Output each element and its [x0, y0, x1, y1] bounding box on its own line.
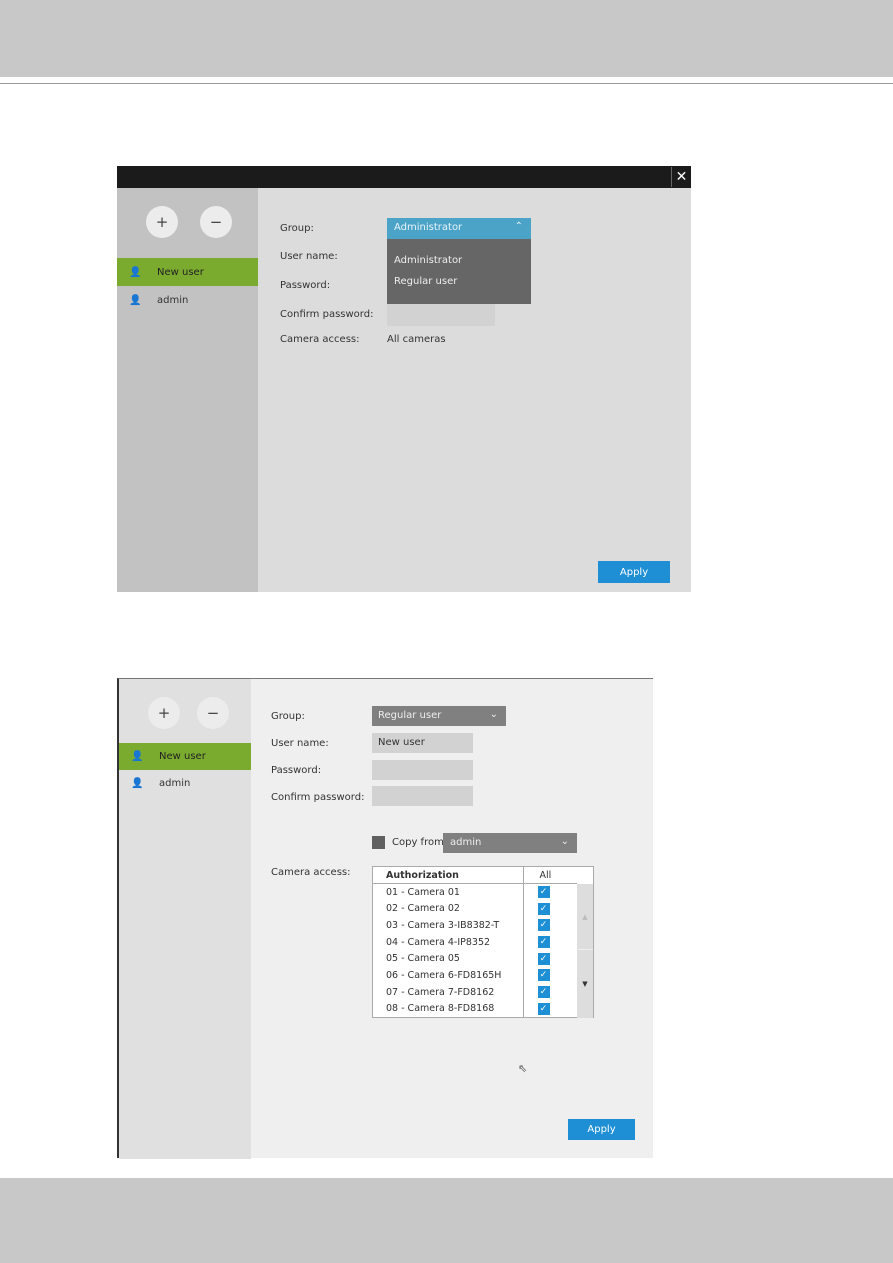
camera-name: 03 - Camera 3-IB8382-T	[373, 917, 524, 934]
camera-name: 07 - Camera 7-FD8162	[373, 983, 524, 1001]
user-label: New user	[159, 751, 206, 762]
page-footer-band	[0, 1178, 893, 1263]
camera-name: 08 - Camera 8-FD8168	[373, 1000, 524, 1018]
camera-checkbox[interactable]: ✓	[537, 902, 550, 915]
user-icon: 👤	[129, 294, 142, 306]
user-item-new-user[interactable]: 👤 New user	[117, 258, 258, 286]
username-label: User name:	[271, 738, 329, 749]
camera-authorization-table: Authorization All 01 - Camera 01 ✓ 02 - Cam…	[372, 866, 594, 1018]
chevron-up-icon: ⌃	[514, 221, 523, 232]
camera-row: 01 - Camera 01 ✓	[373, 883, 577, 901]
option-administrator[interactable]: Administrator	[394, 255, 462, 266]
camera-row: 08 - Camera 8-FD8168 ✓	[373, 1000, 577, 1018]
confirm-password-label: Confirm password:	[280, 309, 374, 320]
camera-row: 03 - Camera 3-IB8382-T ✓	[373, 917, 577, 934]
user-label: admin	[157, 294, 189, 306]
camera-row: 06 - Camera 6-FD8165H ✓	[373, 967, 577, 984]
user-item-admin[interactable]: 👤 admin	[117, 286, 258, 314]
minus-icon: −	[206, 704, 220, 722]
camera-access-value: All cameras	[387, 334, 446, 345]
authorization-header: Authorization	[373, 867, 524, 884]
camera-access-label: Camera access:	[280, 334, 360, 345]
camera-checkbox[interactable]: ✓	[537, 986, 550, 999]
group-label: Group:	[280, 223, 314, 234]
copy-from-label: Copy from	[392, 837, 444, 848]
user-sidebar: + − 👤 New user 👤 admin	[117, 188, 258, 592]
confirm-password-input[interactable]	[372, 786, 473, 806]
user-sidebar: + − 👤 New user 👤 admin	[119, 679, 251, 1159]
camera-name: 02 - Camera 02	[373, 900, 524, 918]
group-select[interactable]: Regular user ⌄	[372, 706, 506, 726]
camera-name: 01 - Camera 01	[373, 883, 524, 901]
user-icon: 👤	[129, 266, 142, 278]
scroll-up-icon[interactable]: ▲	[577, 884, 593, 950]
camera-name: 06 - Camera 6-FD8165H	[373, 967, 524, 984]
scroll-down-icon[interactable]: ▼	[577, 950, 593, 1018]
camera-row: 07 - Camera 7-FD8162 ✓	[373, 983, 577, 1001]
close-button[interactable]: ✕	[671, 167, 691, 187]
camera-name: 04 - Camera 4-IP8352	[373, 933, 524, 951]
user-icon: 👤	[131, 777, 144, 789]
password-label: Password:	[280, 280, 331, 291]
plus-icon: +	[155, 213, 169, 231]
group-select-value: Regular user	[378, 710, 442, 721]
minus-icon: −	[209, 213, 223, 231]
group-select-value: Administrator	[394, 222, 463, 233]
remove-user-button[interactable]: −	[200, 206, 232, 238]
chevron-down-icon: ⌄	[560, 836, 569, 847]
close-icon: ✕	[675, 169, 688, 185]
camera-checkbox[interactable]: ✓	[537, 1002, 550, 1015]
copy-from-value: admin	[450, 837, 482, 848]
table-scrollbar[interactable]: ▲ ▼	[577, 884, 593, 1018]
camera-checkbox[interactable]: ✓	[537, 886, 550, 899]
mouse-cursor-icon: ⇖	[518, 1062, 528, 1075]
chevron-down-icon: ⌄	[489, 709, 498, 720]
password-label: Password:	[271, 765, 322, 776]
camera-checkbox[interactable]: ✓	[537, 919, 550, 932]
camera-checkbox[interactable]: ✓	[537, 936, 550, 949]
camera-row: 05 - Camera 05 ✓	[373, 950, 577, 968]
header-divider	[0, 83, 893, 84]
confirm-password-label: Confirm password:	[271, 792, 365, 803]
password-input[interactable]	[372, 760, 473, 780]
user-dialog-2: + − 👤 New user 👤 admin Group: User name: P…	[117, 678, 653, 1159]
page-header-band	[0, 0, 893, 77]
camera-access-label: Camera access:	[271, 867, 351, 878]
confirm-password-input[interactable]	[387, 304, 495, 326]
add-user-button[interactable]: +	[148, 697, 180, 729]
group-select[interactable]: Administrator ⌃	[387, 218, 531, 239]
user-label: admin	[159, 777, 191, 789]
plus-icon: +	[157, 704, 171, 722]
apply-button[interactable]: Apply	[598, 561, 670, 583]
user-dialog-1: ✕ + − 👤 New user 👤 admin Group: User name:…	[117, 166, 691, 592]
user-item-new-user[interactable]: 👤 New user	[119, 743, 251, 770]
copy-from-select[interactable]: admin ⌄	[443, 833, 577, 853]
camera-row: 04 - Camera 4-IP8352 ✓	[373, 933, 577, 951]
username-label: User name:	[280, 251, 338, 262]
option-regular-user[interactable]: Regular user	[394, 276, 457, 287]
user-icon: 👤	[131, 751, 144, 762]
add-user-button[interactable]: +	[146, 206, 178, 238]
group-label: Group:	[271, 711, 305, 722]
user-label: New user	[157, 266, 204, 278]
dialog-title-bar	[117, 166, 691, 188]
apply-button[interactable]: Apply	[568, 1119, 635, 1140]
all-header[interactable]: All	[523, 867, 577, 884]
camera-row: 02 - Camera 02 ✓	[373, 900, 577, 918]
group-dropdown-menu: Administrator Regular user	[387, 239, 531, 304]
camera-checkbox[interactable]: ✓	[537, 969, 550, 982]
copy-from-checkbox[interactable]	[372, 836, 385, 849]
camera-name: 05 - Camera 05	[373, 950, 524, 968]
camera-checkbox[interactable]: ✓	[537, 952, 550, 965]
user-item-admin[interactable]: 👤 admin	[119, 770, 251, 796]
username-value: New user	[378, 737, 425, 748]
remove-user-button[interactable]: −	[197, 697, 229, 729]
username-input[interactable]: New user	[372, 733, 473, 753]
